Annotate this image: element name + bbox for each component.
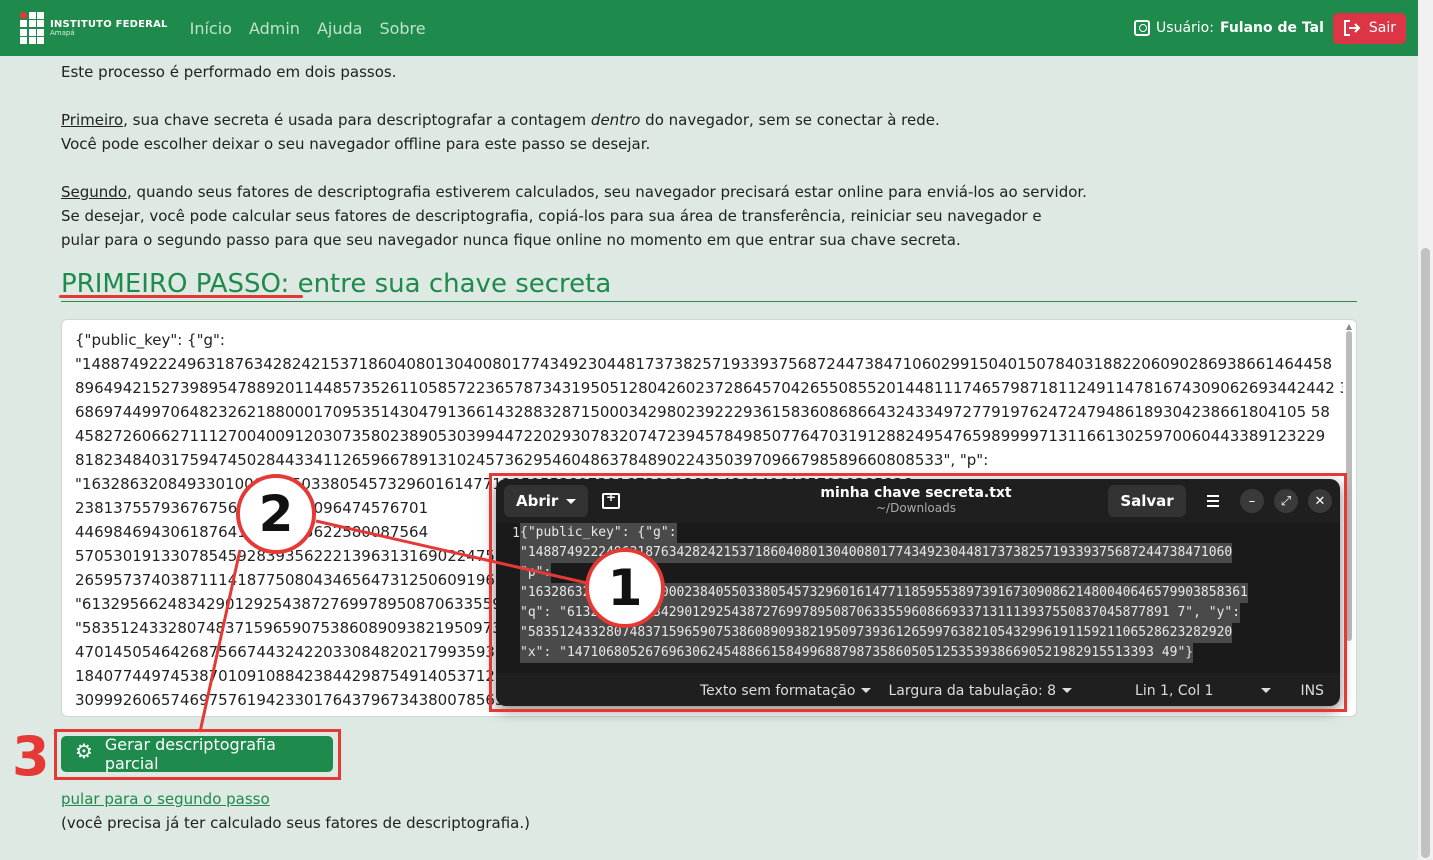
intro-text: Este processo é performado em dois passo… — [61, 56, 1357, 252]
page-scrollbar[interactable] — [1418, 0, 1433, 860]
textarea-line: "148874922249631876342824215371860408013… — [75, 355, 1333, 373]
generate-partial-decryption-button[interactable]: Gerar descriptografia parcial — [61, 735, 333, 773]
logo-icon — [20, 11, 44, 45]
spellcheck-underline — [59, 295, 303, 298]
step-2-marker: 2 — [236, 474, 316, 554]
user-name: Fulano de Tal — [1219, 20, 1324, 36]
logout-button[interactable]: Sair — [1332, 12, 1406, 44]
logout-label: Sair — [1368, 20, 1396, 36]
logout-icon — [1343, 20, 1361, 36]
user-badge-icon — [1134, 20, 1151, 36]
textarea-line: 0021980137696461562603852851013687326577… — [75, 712, 1343, 716]
textarea-line: 8182348403175947450284433411265966789131… — [75, 451, 989, 469]
textarea-line: 4582726066271112700400912030735802389053… — [75, 427, 1326, 445]
textarea-line: 8964942152739895478892011448573526110585… — [75, 379, 1343, 397]
navbar: INSTITUTO FEDERAL Amapá Início Admin Aju… — [0, 0, 1418, 56]
intro-second-step-line2: Se desejar, você pode calcular seus fato… — [61, 207, 1042, 225]
brand-campus: Amapá — [50, 28, 75, 37]
gears-icon — [75, 739, 97, 765]
brand-name: INSTITUTO FEDERAL — [50, 18, 168, 30]
nav-link-sobre[interactable]: Sobre — [379, 19, 425, 38]
step-3-marker: 3 — [12, 725, 50, 788]
intro-second-step: Segundo, quando seus fatores de descript… — [61, 183, 1087, 201]
skip-to-second-step-link[interactable]: pular para o segundo passo — [61, 790, 270, 808]
nav-link-ajuda[interactable]: Ajuda — [317, 19, 363, 38]
textarea-line: {"public_key": {"g": — [75, 331, 225, 349]
intro-line: Este processo é performado em dois passo… — [61, 63, 397, 81]
step-1-marker: 1 — [585, 548, 665, 628]
user-label: Usuário: — [1156, 20, 1214, 36]
nav-link-inicio[interactable]: Início — [190, 19, 232, 38]
intro-second-step-line3: pular para o segundo passo para que seu … — [61, 231, 961, 249]
intro-first-step: Primeiro, sua chave secreta é usada para… — [61, 111, 940, 129]
textarea-line: 6869744997064823262188000170953514304791… — [75, 403, 1330, 421]
user-info: Usuário: Fulano de Tal — [1134, 20, 1324, 36]
brand-logo[interactable]: INSTITUTO FEDERAL Amapá — [20, 11, 168, 45]
skip-note: (você precisa já ter calculado seus fato… — [61, 814, 530, 832]
nav-link-admin[interactable]: Admin — [249, 19, 300, 38]
intro-first-step-line2: Você pode escolher deixar o seu navegado… — [61, 135, 651, 153]
